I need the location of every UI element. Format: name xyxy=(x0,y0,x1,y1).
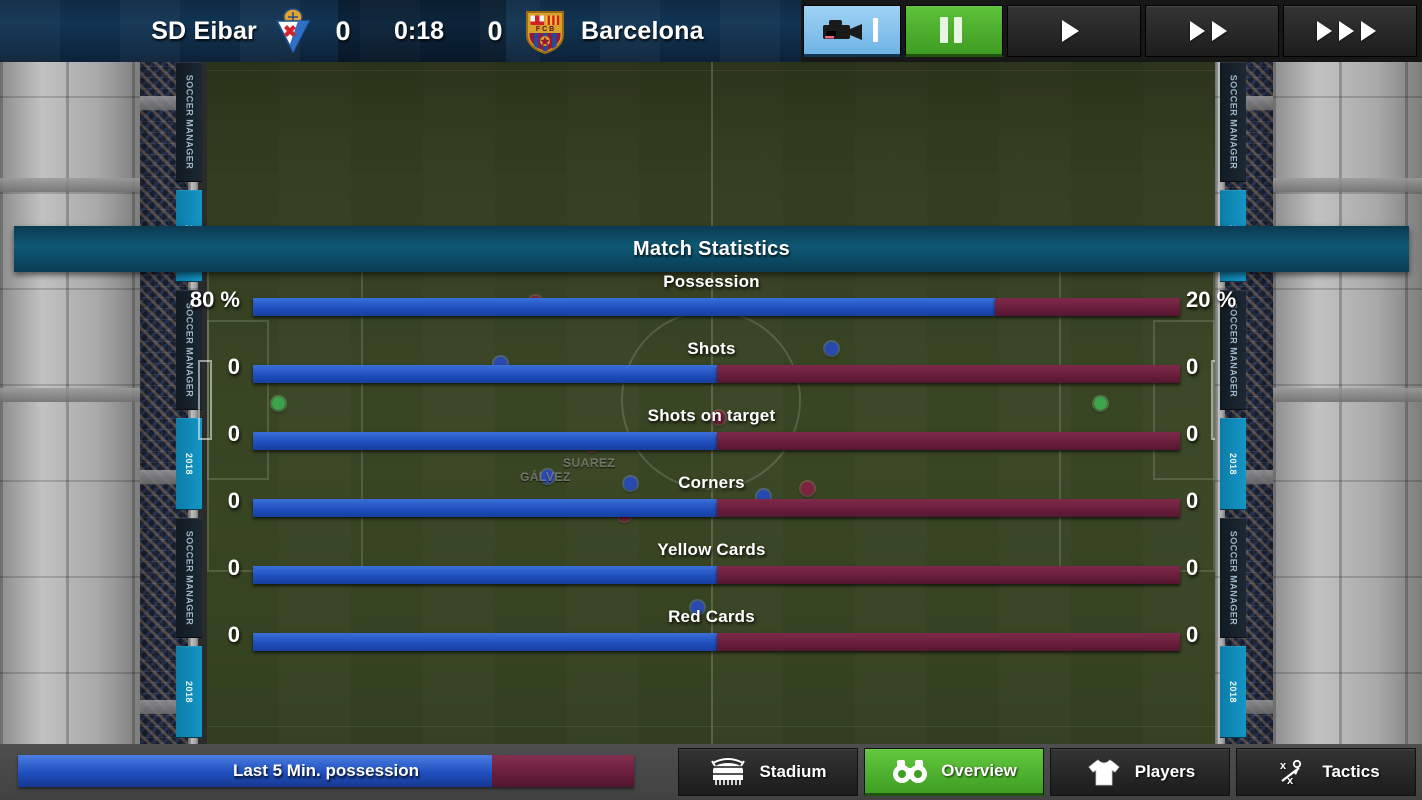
statistic-bar-pair xyxy=(253,499,1180,517)
last-5-min-possession-bar: Last 5 Min. possession xyxy=(18,755,634,787)
statistic-label: Shots xyxy=(687,339,736,358)
nav-button-players[interactable]: Players xyxy=(1050,748,1230,796)
scoreboard: SD Eibar 0 0:18 0 F C B Barcelona xyxy=(0,0,838,62)
statistic-label: Shots on target xyxy=(647,406,776,425)
camera-icon xyxy=(820,17,866,43)
match-statistics-header: Match Statistics xyxy=(14,226,1409,272)
play-speed-2-button[interactable] xyxy=(1145,5,1279,57)
stadium-icon xyxy=(709,757,747,787)
statistic-away-value: 0 xyxy=(1186,421,1199,446)
statistic-away-bar xyxy=(994,298,1180,316)
nav-button-label: Stadium xyxy=(759,762,827,781)
home-team-crest xyxy=(271,8,315,54)
nav-button-label: Overview xyxy=(941,761,1017,780)
camera-button[interactable] xyxy=(803,5,901,57)
statistic-home-value: 80 % xyxy=(189,287,240,312)
match-screen: SOCCER MANAGER 2018 SOCCER MANAGER 2018 … xyxy=(0,0,1422,800)
statistics-rows: Possession 80 % 20 % Shots 0 0 Shots on target… xyxy=(14,272,1409,674)
play-icon xyxy=(1062,20,1079,42)
statistic-label: Corners xyxy=(678,473,745,492)
panel-title: Match Statistics xyxy=(632,237,791,260)
statistic-bar-pair xyxy=(253,566,1180,584)
statistic-home-bar xyxy=(253,432,717,450)
play-speed-1-button[interactable] xyxy=(1007,5,1141,57)
statistic-away-bar xyxy=(716,499,1180,517)
match-statistics-panel: Match Statistics Possession 80 % 20 % Shots… xyxy=(14,226,1409,651)
fast-forward-icon xyxy=(1190,21,1205,41)
statistic-home-value: 0 xyxy=(227,622,240,647)
statistic-home-bar xyxy=(253,365,717,383)
pause-icon xyxy=(939,17,962,43)
adboard: SOCCER MANAGER xyxy=(1220,62,1246,182)
possession-label: Last 5 Min. possession xyxy=(232,761,420,780)
statistic-away-value: 0 xyxy=(1186,488,1199,513)
nav-button-stadium[interactable]: Stadium xyxy=(678,748,858,796)
statistic-row: Corners 0 0 xyxy=(14,473,1409,540)
statistic-label: Yellow Cards xyxy=(657,540,766,559)
statistic-home-value: 0 xyxy=(227,488,240,513)
statistic-away-bar xyxy=(716,633,1180,651)
statistic-row: Red Cards 0 0 xyxy=(14,607,1409,674)
svg-text:x: x xyxy=(1280,760,1287,772)
statistic-home-bar xyxy=(253,499,717,517)
statistic-bar-pair xyxy=(253,365,1180,383)
statistic-home-bar xyxy=(253,633,717,651)
nav-button-label: Tactics xyxy=(1322,762,1380,781)
statistic-away-value: 20 % xyxy=(1186,287,1237,312)
statistic-home-value: 0 xyxy=(227,421,240,446)
statistic-home-value: 0 xyxy=(227,354,240,379)
fastest-forward-icon xyxy=(1317,21,1332,41)
home-goals: 0 xyxy=(335,15,351,46)
match-clock: 0:18 xyxy=(393,16,445,45)
adboard: SOCCER MANAGER xyxy=(176,62,202,182)
statistic-home-bar xyxy=(253,566,717,584)
statistic-away-bar xyxy=(716,365,1180,383)
statistic-home-bar xyxy=(253,298,995,316)
statistic-away-value: 0 xyxy=(1186,555,1199,580)
scoreboard-bar: SD Eibar 0 0:18 0 F C B Barcelona xyxy=(0,0,1422,62)
statistic-away-value: 0 xyxy=(1186,354,1199,379)
nav-button-tactics[interactable]: x x Tactics xyxy=(1236,748,1416,796)
tactics-icon: xx xyxy=(1272,757,1310,787)
pause-button[interactable] xyxy=(905,5,1003,57)
statistic-bar-pair xyxy=(253,432,1180,450)
away-team-name: Barcelona xyxy=(581,16,704,45)
away-team-crest: F C B xyxy=(523,8,567,55)
statistic-label: Red Cards xyxy=(668,607,755,626)
svg-text:F C B: F C B xyxy=(536,26,554,33)
statistic-row: Possession 80 % 20 % xyxy=(14,272,1409,339)
statistic-away-bar xyxy=(716,432,1180,450)
statistic-row: Shots on target 0 0 xyxy=(14,406,1409,473)
bottom-bar: Last 5 Min. possession Stadium Overview Pl… xyxy=(0,744,1422,800)
fastest-forward-icon xyxy=(1339,21,1354,41)
away-goals: 0 xyxy=(487,15,503,46)
jersey-icon xyxy=(1085,757,1123,787)
fastest-forward-icon xyxy=(1361,21,1376,41)
statistic-bar-pair xyxy=(253,633,1180,651)
svg-text:x: x xyxy=(1287,775,1294,787)
nav-button-overview[interactable]: Overview xyxy=(864,748,1044,796)
statistic-row: Shots 0 0 xyxy=(14,339,1409,406)
statistic-away-value: 0 xyxy=(1186,622,1199,647)
camera-indicator xyxy=(872,18,878,42)
play-speed-3-button[interactable] xyxy=(1283,5,1417,57)
statistic-row: Yellow Cards 0 0 xyxy=(14,540,1409,607)
statistic-away-bar xyxy=(716,566,1180,584)
home-team-name: SD Eibar xyxy=(151,16,257,45)
binoculars-icon xyxy=(891,756,929,786)
bottom-navigation: Stadium Overview Players x x Tactics xyxy=(678,748,1416,796)
statistic-home-value: 0 xyxy=(227,555,240,580)
nav-button-label: Players xyxy=(1134,762,1196,781)
match-speed-controls xyxy=(801,0,1422,62)
statistic-bar-pair xyxy=(253,298,1180,316)
fast-forward-icon xyxy=(1212,21,1227,41)
